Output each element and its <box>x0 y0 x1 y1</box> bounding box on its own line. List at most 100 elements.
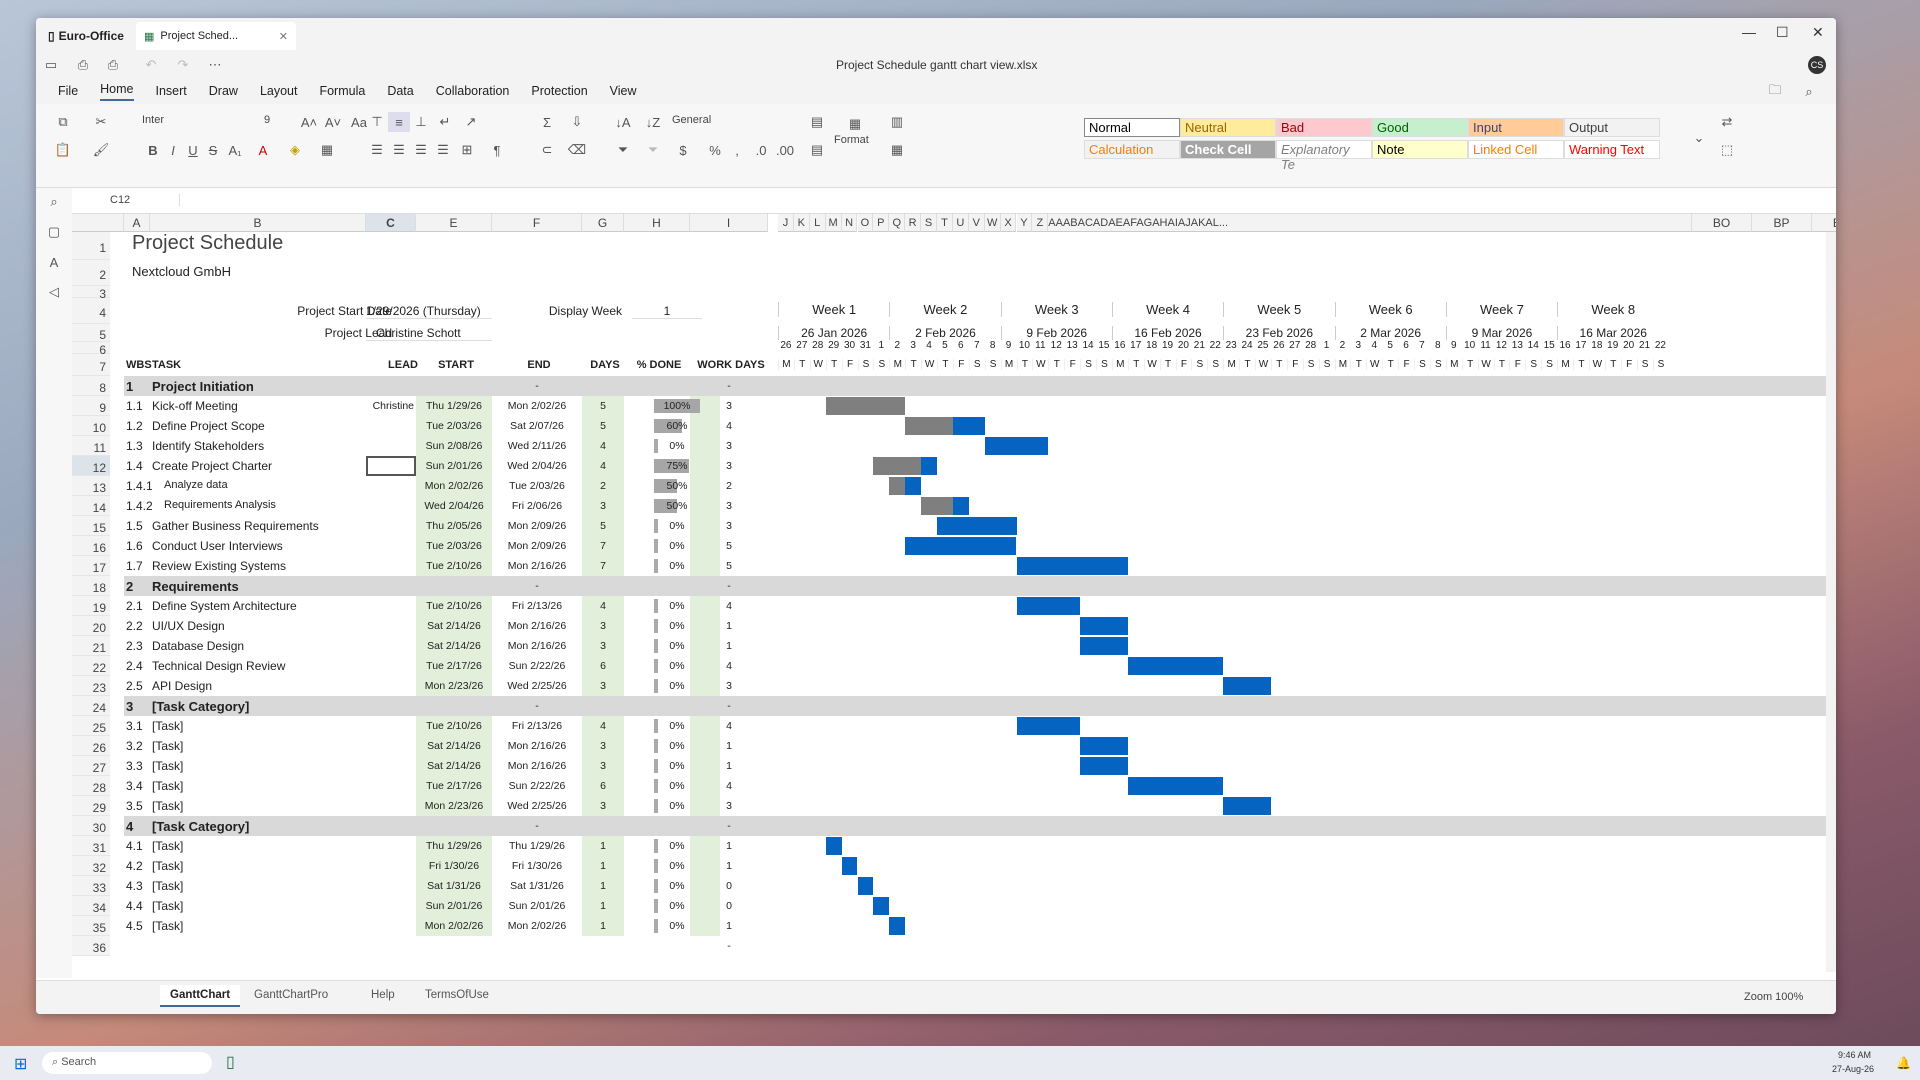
column-header-x[interactable]: X <box>1000 214 1017 232</box>
wbs-cell[interactable]: 4 <box>126 819 152 834</box>
percent-icon[interactable]: % <box>704 140 726 160</box>
start-cell[interactable]: Tue 2/17/26 <box>416 780 492 792</box>
column-header-q[interactable]: Q <box>889 214 906 232</box>
days-cell[interactable]: 4 <box>582 440 624 452</box>
gantt-bar-remaining[interactable] <box>825 837 842 855</box>
copy-icon[interactable]: ⧉ <box>52 112 74 132</box>
column-header-n[interactable]: N <box>841 214 858 232</box>
paragraph-icon[interactable]: ¶ <box>486 140 508 160</box>
end-cell[interactable]: Fri 2/06/26 <box>492 500 582 512</box>
menu-protection[interactable]: Protection <box>531 84 587 98</box>
wbs-cell[interactable]: 2 <box>126 579 152 594</box>
task-cell[interactable]: Create Project Charter <box>152 459 362 473</box>
work-days-cell[interactable]: 2 <box>690 480 768 492</box>
end-cell[interactable]: - <box>492 580 582 592</box>
document-tab[interactable]: ▦ Project Sched... ✕ <box>136 22 296 50</box>
align-middle-icon[interactable]: ≡ <box>388 112 410 132</box>
days-cell[interactable]: 4 <box>582 720 624 732</box>
wbs-cell[interactable]: 1.4 <box>126 459 152 473</box>
menu-insert[interactable]: Insert <box>156 84 187 98</box>
row-header-15[interactable]: 15 <box>72 516 110 536</box>
end-cell[interactable]: Wed 2/11/26 <box>492 440 582 452</box>
days-cell[interactable]: 5 <box>582 520 624 532</box>
gantt-bar-remaining[interactable] <box>889 917 906 935</box>
row-header-11[interactable]: 11 <box>72 436 110 456</box>
wbs-cell[interactable]: 1.1 <box>126 399 152 413</box>
end-cell[interactable]: Sun 2/22/26 <box>492 780 582 792</box>
days-cell[interactable]: 3 <box>582 500 624 512</box>
end-cell[interactable]: - <box>492 380 582 392</box>
gantt-bar-remaining[interactable] <box>952 497 969 515</box>
column-header-y[interactable]: Y <box>1016 214 1033 232</box>
end-cell[interactable]: Mon 2/09/26 <box>492 520 582 532</box>
column-header-bq[interactable]: BQ <box>1812 214 1836 232</box>
row-header-31[interactable]: 31 <box>72 836 110 856</box>
wbs-cell[interactable]: 1.3 <box>126 439 152 453</box>
row-header-18[interactable]: 18 <box>72 576 110 596</box>
start-cell[interactable]: Thu 1/29/26 <box>416 400 492 412</box>
display-week-value[interactable]: 1 <box>632 304 702 319</box>
gantt-bar-remaining[interactable] <box>1080 737 1128 755</box>
style-calculation[interactable]: Calculation <box>1084 140 1180 159</box>
wbs-cell[interactable]: 3.3 <box>126 759 152 773</box>
work-days-cell[interactable]: 5 <box>690 540 768 552</box>
column-header-f[interactable]: F <box>492 214 582 232</box>
task-cell[interactable]: [Task Category] <box>152 699 362 714</box>
end-cell[interactable]: Wed 2/25/26 <box>492 800 582 812</box>
row-header-9[interactable]: 9 <box>72 396 110 416</box>
column-header-g[interactable]: G <box>582 214 624 232</box>
column-header-j[interactable]: J <box>778 214 794 232</box>
bold-icon[interactable]: B <box>142 140 164 160</box>
work-days-cell[interactable]: - <box>690 580 768 592</box>
wbs-cell[interactable]: 2.1 <box>126 599 152 613</box>
decrease-font-icon[interactable]: A˅ <box>322 112 344 132</box>
font-size-select[interactable]: 9 <box>258 112 294 132</box>
sheet-tab-help[interactable]: Help <box>361 985 405 1007</box>
project-lead-value[interactable]: Christine Schott <box>366 326 492 341</box>
gantt-bar-remaining[interactable] <box>1080 757 1128 775</box>
task-cell[interactable]: [Task] <box>152 739 362 753</box>
minimize-icon[interactable]: — <box>1742 24 1756 40</box>
work-days-cell[interactable]: 4 <box>690 660 768 672</box>
start-cell[interactable]: Thu 1/29/26 <box>416 840 492 852</box>
row-header-27[interactable]: 27 <box>72 756 110 776</box>
gantt-bar-remaining[interactable] <box>873 897 890 915</box>
column-header-b[interactable]: B <box>150 214 366 232</box>
days-cell[interactable]: 3 <box>582 640 624 652</box>
fill-color-icon[interactable]: ◈ <box>284 140 306 160</box>
fill-icon[interactable]: ⇩ <box>566 112 588 132</box>
align-right-icon[interactable]: ☰ <box>410 140 432 160</box>
days-cell[interactable]: 1 <box>582 880 624 892</box>
taskbar-search[interactable]: ⌕ Search <box>42 1052 212 1074</box>
work-days-cell[interactable]: 4 <box>690 420 768 432</box>
row-header-2[interactable]: 2 <box>72 260 110 286</box>
strikethrough-icon[interactable]: S <box>202 140 224 160</box>
row-header-14[interactable]: 14 <box>72 496 110 516</box>
windows-start-icon[interactable]: ⊞ <box>14 1054 27 1074</box>
wbs-cell[interactable]: 2.2 <box>126 619 152 633</box>
column-header-w[interactable]: W <box>984 214 1001 232</box>
row-header-32[interactable]: 32 <box>72 856 110 876</box>
menu-draw[interactable]: Draw <box>209 84 238 98</box>
row-header-35[interactable]: 35 <box>72 916 110 936</box>
start-cell[interactable]: Sun 2/01/26 <box>416 900 492 912</box>
work-days-cell[interactable]: 1 <box>690 640 768 652</box>
task-cell[interactable]: Database Design <box>152 639 362 653</box>
start-cell[interactable]: Tue 2/10/26 <box>416 720 492 732</box>
days-cell[interactable]: 5 <box>582 400 624 412</box>
work-days-cell[interactable]: 1 <box>690 860 768 872</box>
gantt-bar-remaining[interactable] <box>1016 597 1081 615</box>
days-cell[interactable]: 7 <box>582 540 624 552</box>
formula-input[interactable] <box>192 190 1812 210</box>
zoom-level[interactable]: Zoom 100% <box>1744 991 1803 1003</box>
style-output[interactable]: Output <box>1564 118 1660 137</box>
sort-descending-icon[interactable]: ↓Z <box>642 112 664 132</box>
task-cell[interactable]: Review Existing Systems <box>152 559 362 573</box>
days-cell[interactable]: 5 <box>582 420 624 432</box>
align-bottom-icon[interactable]: ⊥ <box>410 112 432 132</box>
work-days-cell[interactable]: 1 <box>690 920 768 932</box>
menu-file[interactable]: File <box>58 84 78 98</box>
style-linked-cell[interactable]: Linked Cell <box>1468 140 1564 159</box>
start-cell[interactable]: Sat 2/14/26 <box>416 620 492 632</box>
row-header-21[interactable]: 21 <box>72 636 110 656</box>
